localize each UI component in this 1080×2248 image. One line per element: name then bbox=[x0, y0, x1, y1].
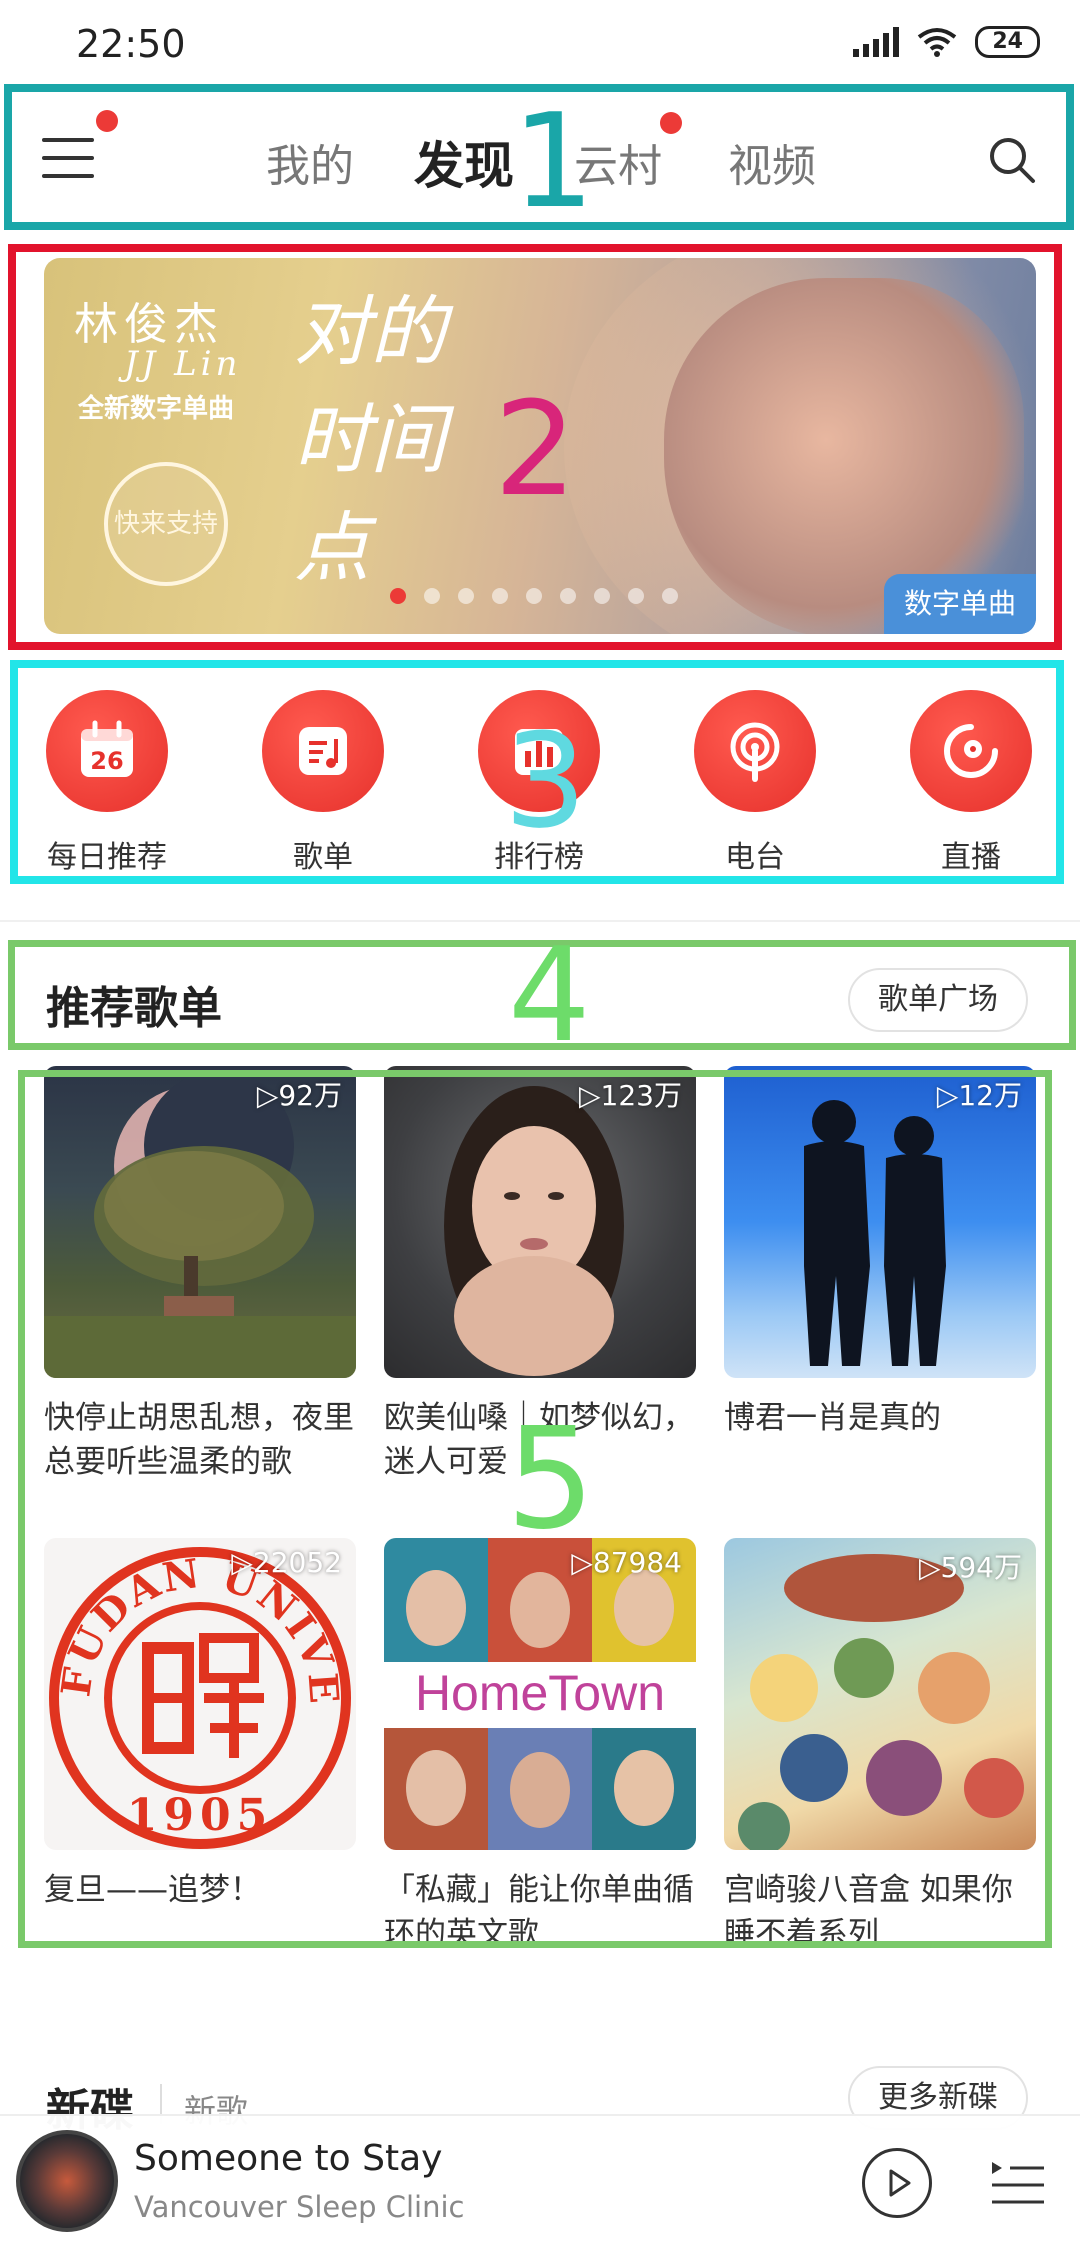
shortcut-label: 电台 bbox=[725, 840, 785, 875]
now-playing-title: Someone to Stay bbox=[134, 2138, 443, 2179]
banner-singer-name: 林俊杰 bbox=[74, 299, 224, 350]
svg-text:1905: 1905 bbox=[127, 1790, 273, 1841]
section-divider bbox=[0, 920, 1080, 922]
playlist-queue-icon[interactable] bbox=[990, 2158, 1046, 2208]
svg-text:HomeTown: HomeTown bbox=[415, 1665, 665, 1721]
shortcut-label: 每日推荐 bbox=[47, 840, 167, 875]
signal-icon bbox=[853, 27, 900, 57]
shortcut-label: 排行榜 bbox=[494, 840, 584, 875]
mini-player[interactable]: Someone to Stay Vancouver Sleep Clinic bbox=[0, 2114, 1080, 2248]
playlist-cover: HomeTown ▷87984 bbox=[384, 1538, 696, 1850]
section-title-recommend: 推荐歌单 bbox=[46, 983, 222, 1034]
now-playing-artist: Vancouver Sleep Clinic bbox=[134, 2190, 465, 2224]
play-count: ▷12万 bbox=[936, 1079, 1022, 1112]
playlist-icon bbox=[299, 727, 347, 775]
tab-discover[interactable]: 发现 bbox=[414, 126, 514, 198]
support-button[interactable]: 快来支持 bbox=[104, 462, 228, 586]
shortcut-charts[interactable]: 排行榜 bbox=[449, 690, 629, 876]
top-nav: 我的 发现 云村 视频 bbox=[0, 80, 1080, 230]
notification-dot bbox=[660, 112, 682, 134]
playlist-title: 欧美仙嗓｜如梦似幻，迷人可爱 bbox=[384, 1400, 694, 1480]
status-bar: 22:50 24 bbox=[0, 0, 1080, 80]
shortcut-row: 26 每日推荐 歌单 排行榜 电台 直播 bbox=[0, 680, 1080, 880]
shortcut-playlist[interactable]: 歌单 bbox=[233, 690, 413, 876]
playlist-card[interactable]: ▷12万 博君一肖是真的 bbox=[724, 1066, 1036, 1484]
playlist-card[interactable]: HomeTown ▷87984 「私藏」能让你单曲循环的英文歌 bbox=[384, 1538, 696, 1956]
annotation-number-4: 4 bbox=[508, 919, 591, 1071]
shortcut-label: 直播 bbox=[941, 840, 1001, 875]
playlist-cover: FUDAN UNIVERSITY 1905 ▷22052 bbox=[44, 1538, 356, 1850]
banner-song-title: 对的时间点 bbox=[294, 287, 446, 592]
live-icon bbox=[944, 724, 998, 778]
banner-tag: 数字单曲 bbox=[883, 574, 1036, 634]
playlist-title: 快停止胡思乱想，夜里总要听些温柔的歌 bbox=[44, 1400, 354, 1480]
shortcut-label: 歌单 bbox=[293, 840, 353, 875]
wifi-icon bbox=[918, 28, 957, 57]
play-count: ▷123万 bbox=[579, 1079, 682, 1112]
playlist-card[interactable]: ▷92万 快停止胡思乱想，夜里总要听些温柔的歌 bbox=[44, 1066, 356, 1484]
battery-icon: 24 bbox=[975, 26, 1040, 58]
shortcut-daily[interactable]: 26 每日推荐 bbox=[17, 690, 197, 876]
notification-dot bbox=[96, 110, 118, 132]
shortcut-live[interactable]: 直播 bbox=[881, 690, 1061, 876]
banner-subtitle: 全新数字单曲 bbox=[78, 394, 235, 424]
playlist-title: 「私藏」能让你单曲循环的英文歌 bbox=[384, 1872, 694, 1952]
banner-singer-en: JJ Lin bbox=[124, 344, 242, 384]
carousel-indicator bbox=[390, 588, 678, 604]
playlist-card[interactable]: FUDAN UNIVERSITY 1905 ▷22052 复旦——追梦！ bbox=[44, 1538, 356, 1956]
playlist-square-button[interactable]: 歌单广场 bbox=[848, 968, 1028, 1032]
album-art[interactable] bbox=[16, 2130, 118, 2232]
playlist-cover: ▷92万 bbox=[44, 1066, 356, 1378]
play-icon bbox=[889, 2169, 911, 2197]
chart-icon bbox=[515, 729, 563, 775]
shortcut-radio[interactable]: 电台 bbox=[665, 690, 845, 876]
playlist-cover: ▷594万 bbox=[724, 1538, 1036, 1850]
status-time: 22:50 bbox=[76, 22, 186, 66]
banner-carousel[interactable]: 林俊杰 JJ Lin 全新数字单曲 对的时间点 快来支持 数字单曲 bbox=[44, 258, 1036, 634]
play-count: ▷92万 bbox=[256, 1079, 342, 1112]
search-icon[interactable] bbox=[988, 136, 1036, 184]
calendar-icon: 26 bbox=[81, 720, 133, 777]
playlist-title: 复旦——追梦！ bbox=[44, 1872, 261, 1908]
radio-icon bbox=[730, 722, 780, 782]
tab-video[interactable]: 视频 bbox=[728, 130, 816, 194]
play-count: ▷594万 bbox=[919, 1551, 1022, 1584]
play-count: ▷22052 bbox=[231, 1546, 342, 1579]
playlist-cover: ▷12万 bbox=[724, 1066, 1036, 1378]
play-count: ▷87984 bbox=[571, 1546, 682, 1579]
tab-cloud-village[interactable]: 云村 bbox=[574, 130, 662, 194]
playlist-title: 宫崎骏八音盒 如果你睡不着系列 bbox=[724, 1872, 1013, 1952]
svg-text:26: 26 bbox=[90, 747, 123, 775]
menu-icon[interactable] bbox=[42, 138, 94, 178]
playlist-title: 博君一肖是真的 bbox=[724, 1400, 941, 1436]
play-button[interactable] bbox=[862, 2148, 932, 2218]
playlist-card[interactable]: ▷123万 欧美仙嗓｜如梦似幻，迷人可爱 bbox=[384, 1066, 696, 1484]
playlist-card[interactable]: ▷594万 宫崎骏八音盒 如果你睡不着系列 bbox=[724, 1538, 1036, 1956]
playlist-cover: ▷123万 bbox=[384, 1066, 696, 1378]
tab-mine[interactable]: 我的 bbox=[266, 130, 354, 194]
